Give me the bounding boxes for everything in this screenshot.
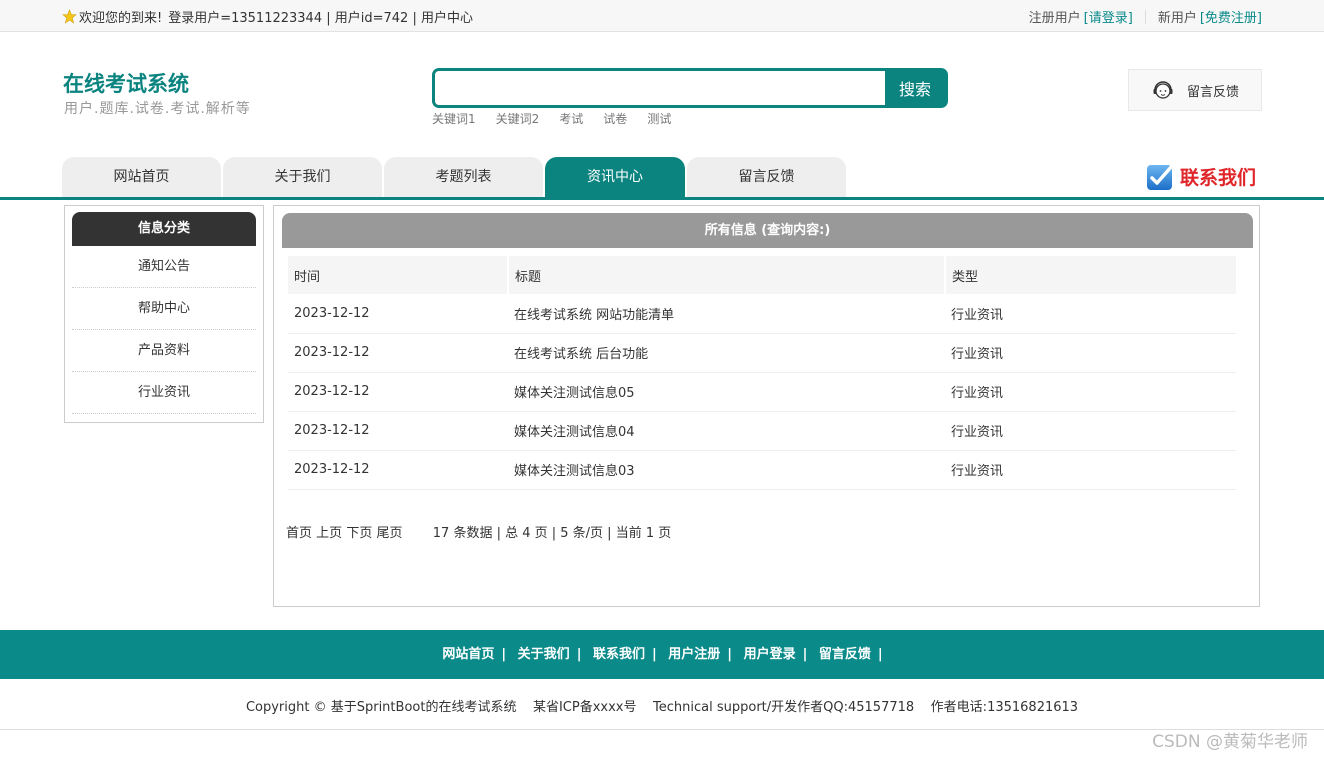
- sidebar-item-product[interactable]: 产品资料: [72, 330, 256, 372]
- search-input[interactable]: [435, 71, 887, 105]
- welcome-text: 欢迎您的到来!: [79, 11, 163, 26]
- cell-date: 2023-12-12: [288, 372, 508, 412]
- star-icon: [62, 9, 77, 24]
- headset-icon: [1153, 81, 1173, 99]
- copyright: Copyright © 基于SprintBoot的在线考试系统 某省ICP备xx…: [245, 700, 1079, 715]
- cell-date: 2023-12-12: [288, 333, 508, 373]
- new-user-label: 新用户: [1157, 11, 1197, 26]
- nav-news[interactable]: 资讯中心: [545, 157, 685, 197]
- watermark: CSDN @黄菊华老师: [1152, 732, 1308, 752]
- bottom-divider: [0, 729, 1324, 730]
- cell-date: 2023-12-12: [288, 450, 508, 490]
- cell-title[interactable]: 在线考试系统 后台功能: [508, 333, 945, 373]
- keyword-list: 关键词1 关键词2 考试 试卷 测试: [432, 110, 671, 127]
- keyword-item[interactable]: 试卷: [603, 110, 627, 127]
- footer-link-feedback[interactable]: 留言反馈: [819, 647, 871, 662]
- sidebar-title: 信息分类: [72, 212, 256, 246]
- user-info[interactable]: 登录用户=13511223344 | 用户id=742 | 用户中心: [168, 7, 473, 26]
- cell-title[interactable]: 媒体关注测试信息03: [508, 450, 945, 490]
- column-header: 标题: [508, 256, 946, 294]
- cell-title[interactable]: 媒体关注测试信息04: [508, 411, 945, 451]
- sidebar-item-help[interactable]: 帮助中心: [72, 288, 256, 330]
- nav-about[interactable]: 关于我们: [223, 157, 382, 197]
- register-link[interactable]: [免费注册]: [1200, 7, 1262, 26]
- nav-exam-list[interactable]: 考题列表: [384, 157, 543, 197]
- search-button[interactable]: 搜索: [885, 71, 945, 105]
- sidebar-item-notice[interactable]: 通知公告: [72, 246, 256, 288]
- footer-separator: |: [576, 647, 582, 662]
- contact-us-label: 联系我们: [1180, 167, 1257, 189]
- cell-title[interactable]: 媒体关注测试信息05: [508, 372, 945, 412]
- footer-separator: |: [651, 647, 657, 662]
- footer-separator: |: [727, 647, 733, 662]
- keyword-item[interactable]: 关键词1: [432, 110, 476, 127]
- nav-feedback[interactable]: 留言反馈: [687, 157, 846, 197]
- cell-date: 2023-12-12: [288, 294, 508, 334]
- footer-separator: |: [501, 647, 507, 662]
- check-icon: [1147, 164, 1174, 190]
- news-table: 时间 标题 类型 2023-12-12 在线考试系统 网站功能清单 行业资讯 2…: [288, 256, 1236, 490]
- footer-link-about[interactable]: 关于我们: [518, 647, 570, 662]
- pager-summary: 17 条数据 | 总 4 页 | 5 条/页 | 当前 1 页: [432, 526, 672, 541]
- news-panel: 所有信息 (查询内容:) 时间 标题 类型 2023-12-12 在线考试系统 …: [273, 205, 1260, 607]
- account-links: 注册用户 [请登录] 新用户 [免费注册]: [1029, 7, 1262, 26]
- cell-type: 行业资讯: [945, 450, 1236, 490]
- reg-user-label: 注册用户: [1028, 11, 1081, 26]
- nav-underline: [0, 197, 1324, 200]
- top-bar: 欢迎您的到来! 登录用户=13511223344 | 用户id=742 | 用户…: [0, 0, 1324, 32]
- welcome-area: 欢迎您的到来! 登录用户=13511223344 | 用户id=742 | 用户…: [62, 7, 473, 26]
- footer-link-register[interactable]: 用户注册: [668, 647, 720, 662]
- pager-prev[interactable]: 上页: [316, 526, 342, 541]
- contact-us-link[interactable]: 联系我们: [1146, 162, 1256, 191]
- footer-separator: |: [802, 647, 808, 662]
- pager-last[interactable]: 尾页: [376, 526, 402, 541]
- footer-link-login[interactable]: 用户登录: [744, 647, 796, 662]
- table-row: 2023-12-12 媒体关注测试信息03 行业资讯: [288, 450, 1236, 490]
- category-sidebar: 信息分类 通知公告 帮助中心 产品资料 行业资讯: [64, 205, 264, 423]
- table-row: 2023-12-12 在线考试系统 后台功能 行业资讯: [288, 333, 1236, 373]
- site-subtitle: 用户.题库.试卷.考试.解析等: [64, 101, 251, 117]
- nav-home[interactable]: 网站首页: [62, 157, 221, 197]
- feedback-label: 留言反馈: [1187, 84, 1240, 100]
- keyword-item[interactable]: 测试: [647, 110, 671, 127]
- sidebar-item-industry[interactable]: 行业资讯: [72, 372, 256, 414]
- cell-type: 行业资讯: [945, 294, 1236, 334]
- cell-date: 2023-12-12: [288, 411, 508, 451]
- main-nav: 网站首页 关于我们 考题列表 资讯中心 留言反馈: [62, 157, 846, 197]
- search-box: 搜索: [432, 68, 948, 108]
- panel-title: 所有信息 (查询内容:): [282, 213, 1253, 248]
- footer-link-home[interactable]: 网站首页: [442, 647, 494, 662]
- keyword-item[interactable]: 关键词2: [496, 110, 540, 127]
- pager-first[interactable]: 首页: [286, 526, 312, 541]
- column-header: 时间: [288, 256, 509, 294]
- keyword-item[interactable]: 考试: [559, 110, 583, 127]
- table-row: 2023-12-12 媒体关注测试信息04 行业资讯: [288, 411, 1236, 451]
- footer-separator: |: [877, 647, 883, 662]
- pager-next[interactable]: 下页: [346, 526, 372, 541]
- table-row: 2023-12-12 在线考试系统 网站功能清单 行业资讯: [288, 294, 1236, 334]
- column-header: 类型: [945, 256, 1236, 294]
- pagination: 首页 上页 下页 尾页 17 条数据 | 总 4 页 | 5 条/页 | 当前 …: [286, 522, 671, 541]
- table-header-row: 时间 标题 类型: [288, 256, 1236, 294]
- cell-title[interactable]: 在线考试系统 网站功能清单: [508, 294, 945, 334]
- footer-nav: 网站首页 | 关于我们 | 联系我们 | 用户注册 | 用户登录 | 留言反馈 |: [0, 630, 1324, 679]
- cell-type: 行业资讯: [945, 333, 1236, 373]
- footer-link-contact[interactable]: 联系我们: [593, 647, 645, 662]
- feedback-button[interactable]: 留言反馈: [1128, 69, 1262, 111]
- cell-type: 行业资讯: [945, 411, 1236, 451]
- table-row: 2023-12-12 媒体关注测试信息05 行业资讯: [288, 372, 1236, 412]
- site-title[interactable]: 在线考试系统: [63, 68, 189, 98]
- cell-type: 行业资讯: [945, 372, 1236, 412]
- divider: [1144, 9, 1146, 24]
- login-link[interactable]: [请登录]: [1084, 7, 1133, 26]
